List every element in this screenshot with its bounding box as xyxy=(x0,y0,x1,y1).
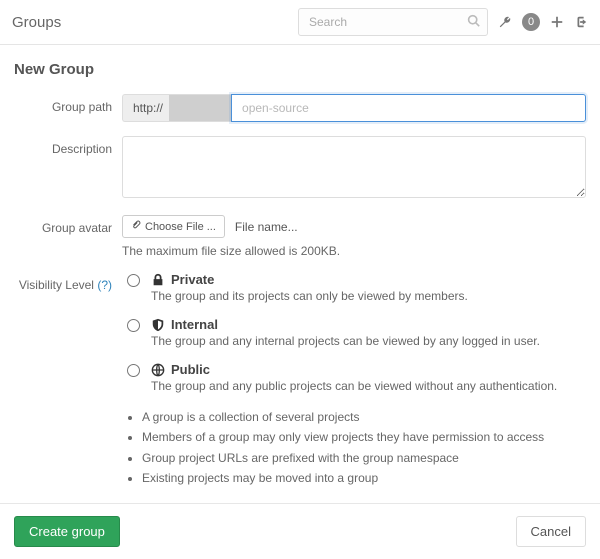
row-group-path: Group path http:// xyxy=(14,94,586,122)
visibility-option-public: Public The group and any public projects… xyxy=(122,362,586,393)
radio-public[interactable] xyxy=(127,364,140,377)
page-title: New Group xyxy=(14,61,586,78)
plus-icon[interactable] xyxy=(550,15,564,29)
visibility-title-private: Private xyxy=(151,272,586,287)
path-domain-redacted xyxy=(169,95,231,121)
signout-icon[interactable] xyxy=(574,15,588,29)
choose-file-label: Choose File ... xyxy=(145,221,216,233)
list-item: Members of a group may only view project… xyxy=(142,427,586,447)
visibility-help-link[interactable]: (?) xyxy=(97,278,112,292)
group-notes: A group is a collection of several proje… xyxy=(122,407,586,489)
create-group-button[interactable]: Create group xyxy=(14,516,120,547)
visibility-desc-internal: The group and any internal projects can … xyxy=(151,334,586,348)
label-avatar: Group avatar xyxy=(14,215,122,235)
attach-icon xyxy=(131,220,141,233)
visibility-title-internal: Internal xyxy=(151,317,586,332)
search-icon xyxy=(467,14,480,30)
list-item: Existing projects may be moved into a gr… xyxy=(142,468,586,488)
path-scheme: http:// xyxy=(123,101,169,115)
visibility-title-text: Private xyxy=(171,272,214,287)
row-description: Description xyxy=(14,136,586,201)
avatar-hint: The maximum file size allowed is 200KB. xyxy=(122,244,586,258)
visibility-title-text: Public xyxy=(171,362,210,377)
visibility-desc-private: The group and its projects can only be v… xyxy=(151,289,586,303)
label-group-path: Group path xyxy=(14,94,122,114)
row-visibility: Visibility Level (?) Private The group a… xyxy=(14,272,586,489)
group-path-input[interactable] xyxy=(231,94,586,122)
search-wrap xyxy=(298,8,488,36)
todos-badge[interactable]: 0 xyxy=(522,13,540,31)
visibility-title-public: Public xyxy=(151,362,586,377)
label-description: Description xyxy=(14,136,122,156)
toolbar: 0 xyxy=(494,13,588,31)
page-body: New Group Group path http:// Description… xyxy=(0,45,600,489)
label-visibility: Visibility Level (?) xyxy=(14,272,122,292)
globe-icon xyxy=(151,363,165,377)
visibility-label-text: Visibility Level xyxy=(19,278,94,292)
page-section-title: Groups xyxy=(12,14,61,31)
group-path-wrap: http:// xyxy=(122,94,586,122)
lock-icon xyxy=(151,273,165,287)
path-prefix: http:// xyxy=(122,94,231,122)
search-input[interactable] xyxy=(298,8,488,36)
visibility-desc-public: The group and any public projects can be… xyxy=(151,379,586,393)
wrench-icon[interactable] xyxy=(498,15,512,29)
topbar: Groups 0 xyxy=(0,0,600,45)
choose-file-button[interactable]: Choose File ... xyxy=(122,215,225,238)
list-item: Group project URLs are prefixed with the… xyxy=(142,448,586,468)
file-row: Choose File ... File name... xyxy=(122,215,586,238)
radio-private[interactable] xyxy=(127,274,140,287)
row-avatar: Group avatar Choose File ... File name..… xyxy=(14,215,586,258)
shield-icon xyxy=(151,318,165,332)
cancel-button[interactable]: Cancel xyxy=(516,516,586,547)
radio-internal[interactable] xyxy=(127,319,140,332)
form-footer: Create group Cancel xyxy=(0,503,600,559)
list-item: A group is a collection of several proje… xyxy=(142,407,586,427)
description-textarea[interactable] xyxy=(122,136,586,198)
visibility-title-text: Internal xyxy=(171,317,218,332)
visibility-option-internal: Internal The group and any internal proj… xyxy=(122,317,586,348)
visibility-option-private: Private The group and its projects can o… xyxy=(122,272,586,303)
file-name: File name... xyxy=(235,220,298,234)
